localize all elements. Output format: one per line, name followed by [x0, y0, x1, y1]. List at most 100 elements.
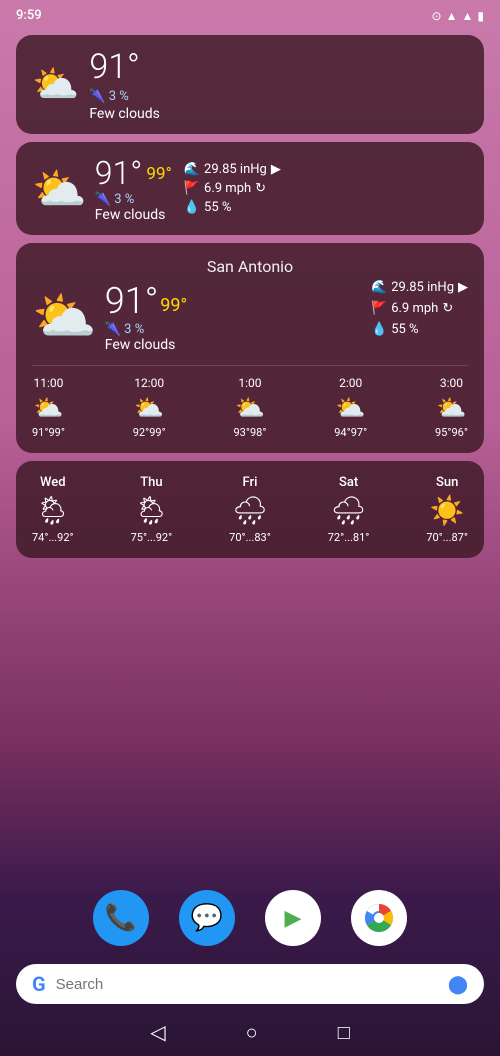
pressure-val-lg: 29.85 inHg: [391, 280, 454, 295]
back-button[interactable]: ◁: [150, 1020, 165, 1044]
widget-weekly[interactable]: Wed 🌦 74°...92° Thu 🌦 75°...92° Fri 🌧 70…: [16, 461, 484, 558]
day-icon: 🌧: [232, 494, 268, 527]
day-name: Fri: [243, 475, 258, 490]
widget-large-left: ⛅ 91° 99° 🌂 3 % Few clouds: [32, 280, 187, 353]
status-bar: 9:59 ⊙ ▲ ▲ ▮: [0, 0, 500, 27]
search-bar[interactable]: G ⬤: [16, 964, 484, 1004]
weather-icon-medium: ⛅: [32, 163, 87, 215]
day-temps: 70°...83°: [229, 531, 271, 544]
temp-large: 91°: [105, 280, 159, 322]
day-icon: ☀️: [430, 494, 465, 527]
wind-arrow-lg: ↻: [442, 301, 453, 316]
pressure-row-lg: 🌊 29.85 inHg ▶: [371, 280, 468, 295]
recents-button[interactable]: □: [338, 1020, 350, 1045]
hour-temps: 92°99°: [133, 426, 166, 439]
wind-row: 🚩 6.9 mph ↻: [184, 181, 281, 196]
widget-large[interactable]: San Antonio ⛅ 91° 99° 🌂 3 % Few clouds 🌊…: [16, 243, 484, 453]
hour-temps: 94°97°: [334, 426, 367, 439]
day-temps: 72°...81°: [328, 531, 370, 544]
google-mic-icon[interactable]: ⬤: [448, 974, 468, 995]
wind-row-lg: 🚩 6.9 mph ↻: [371, 301, 468, 316]
condition-medium: Few clouds: [95, 207, 172, 223]
hour-time: 11:00: [34, 376, 64, 390]
temp-row-large: 91° 99°: [105, 280, 188, 322]
pressure-icon: 🌊: [184, 162, 200, 177]
rain-large: 🌂 3 %: [105, 322, 188, 337]
search-input[interactable]: [56, 976, 438, 993]
pressure-row: 🌊 29.85 inHg ▶: [184, 162, 281, 177]
dock-area: 📞 💬 ▶: [0, 890, 500, 946]
wind-value: 6.9 mph: [204, 181, 251, 196]
play-store-app[interactable]: ▶: [265, 890, 321, 946]
hour-time: 2:00: [339, 376, 362, 390]
day-temps: 70°...87°: [426, 531, 468, 544]
chrome-app[interactable]: [351, 890, 407, 946]
hour-item: 1:00 ⛅ 93°98°: [234, 376, 267, 439]
humidity-icon-lg: 💧: [371, 322, 387, 337]
weekly-row: Wed 🌦 74°...92° Thu 🌦 75°...92° Fri 🌧 70…: [32, 475, 468, 544]
hour-icon: ⛅: [134, 394, 164, 422]
phone-app[interactable]: 📞: [93, 890, 149, 946]
condition-large: Few clouds: [105, 337, 188, 353]
hour-time: 12:00: [134, 376, 164, 390]
circle-icon: ⊙: [432, 9, 442, 23]
wind-arrow: ↻: [255, 181, 266, 196]
temp-medium: 91°: [95, 154, 143, 192]
day-item: Thu 🌦 75°...92°: [131, 475, 173, 544]
hour-item: 12:00 ⛅ 92°99°: [133, 376, 166, 439]
messages-app[interactable]: 💬: [179, 890, 235, 946]
day-temps: 75°...92°: [131, 531, 173, 544]
day-name: Sun: [436, 475, 458, 490]
rain-medium: 🌂 3 %: [95, 192, 172, 207]
widget-medium-left: ⛅ 91° 99° 🌂 3 % Few clouds: [32, 154, 172, 223]
pressure-icon-lg: 🌊: [371, 280, 387, 295]
hour-icon: ⛅: [437, 394, 467, 422]
city-label: San Antonio: [32, 257, 468, 276]
hour-item: 11:00 ⛅ 91°99°: [32, 376, 65, 439]
humidity-row: 💧 55 %: [184, 200, 281, 215]
phone-icon: 📞: [105, 903, 137, 933]
pressure-arrow-lg: ▶: [458, 280, 468, 295]
status-icons: ⊙ ▲ ▲ ▮: [432, 9, 484, 23]
hour-time: 1:00: [238, 376, 261, 390]
temp-high-medium: 99°: [146, 164, 171, 184]
pressure-arrow: ▶: [271, 162, 281, 177]
day-temps: 74°...92°: [32, 531, 74, 544]
weather-icon-small: ⛅: [32, 63, 79, 107]
rain-small: 🌂 3 %: [89, 89, 160, 104]
humidity-value: 55 %: [204, 200, 231, 215]
day-item: Wed 🌦 74°...92°: [32, 475, 74, 544]
wind-icon: 🚩: [184, 181, 200, 196]
hourly-forecast: 11:00 ⛅ 91°99° 12:00 ⛅ 92°99° 1:00 ⛅ 93°…: [32, 365, 468, 439]
hour-icon: ⛅: [34, 394, 64, 422]
day-icon: 🌦: [134, 494, 170, 527]
temp-high-large: 99°: [160, 295, 187, 316]
chrome-icon: [364, 903, 394, 933]
time: 9:59: [16, 8, 42, 23]
temp-small: 91°: [89, 47, 160, 87]
nav-bar: ◁ ○ □: [0, 1008, 500, 1056]
hour-icon: ⛅: [336, 394, 366, 422]
day-name: Thu: [140, 475, 162, 490]
day-item: Sat 🌧 72°...81°: [328, 475, 370, 544]
hour-temps: 93°98°: [234, 426, 267, 439]
widget-medium[interactable]: ⛅ 91° 99° 🌂 3 % Few clouds 🌊 29.85 inHg …: [16, 142, 484, 235]
widget-medium-right: 🌊 29.85 inHg ▶ 🚩 6.9 mph ↻ 💧 55 %: [184, 162, 281, 215]
hour-icon: ⛅: [235, 394, 265, 422]
hour-time: 3:00: [440, 376, 463, 390]
hour-temps: 91°99°: [32, 426, 65, 439]
battery-icon: ▮: [477, 9, 484, 23]
wind-icon-lg: 🚩: [371, 301, 387, 316]
hour-item: 3:00 ⛅ 95°96°: [435, 376, 468, 439]
day-name: Wed: [40, 475, 66, 490]
widget-small-details: 91° 🌂 3 % Few clouds: [89, 47, 160, 122]
wifi-icon: ▲: [446, 9, 458, 23]
widget-large-right: 🌊 29.85 inHg ▶ 🚩 6.9 mph ↻ 💧 55 %: [371, 280, 468, 337]
widget-small[interactable]: ⛅ 91° 🌂 3 % Few clouds: [16, 35, 484, 134]
day-icon: 🌧: [331, 494, 367, 527]
day-item: Sun ☀️ 70°...87°: [426, 475, 468, 544]
humidity-val-lg: 55 %: [391, 322, 418, 337]
weather-icon-large: ⛅: [32, 286, 97, 347]
play-icon: ▶: [285, 906, 302, 931]
home-button[interactable]: ○: [246, 1020, 258, 1045]
